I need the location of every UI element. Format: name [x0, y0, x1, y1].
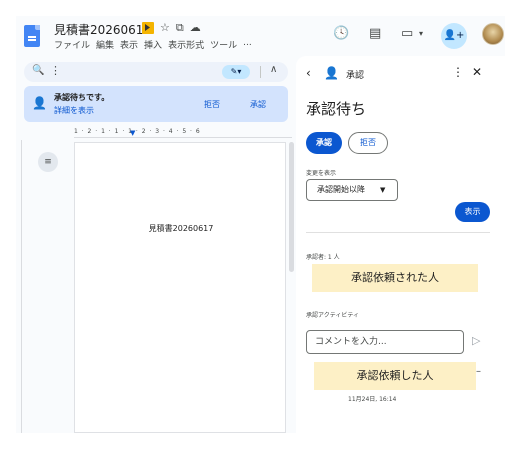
close-icon[interactable]: ✕ — [472, 65, 482, 79]
changes-label: 変更を表示 — [306, 170, 337, 177]
menu-view[interactable]: 表示 — [120, 38, 138, 51]
document-page[interactable]: 見積書20260617 — [74, 142, 286, 433]
docs-window: 見積書20260617 ☆ ⧉ ☁ ファイル 編集 表示 挿入 表示形式 ツール… — [16, 16, 505, 433]
more-vert-icon[interactable]: ⋮ — [50, 64, 61, 77]
title-icons: ☆ ⧉ ☁ — [142, 21, 201, 35]
menu-edit[interactable]: 編集 — [96, 38, 114, 51]
docs-logo-icon[interactable] — [24, 25, 40, 47]
annotation-requested-person: 承認依頼された人 — [312, 264, 478, 292]
approver-person-icon: 👤 — [32, 96, 47, 110]
scrollbar[interactable] — [289, 142, 294, 272]
label-badge-icon[interactable] — [142, 22, 154, 34]
menu-file[interactable]: ファイル — [54, 38, 90, 51]
comment-input[interactable]: コメントを入力... — [306, 330, 464, 354]
more-vert-icon[interactable]: ⋮ — [452, 65, 464, 79]
panel-approve-button[interactable]: 承認 — [306, 132, 342, 154]
chevron-down-icon[interactable]: ▾ — [419, 29, 423, 38]
star-icon[interactable]: ☆ — [160, 21, 170, 35]
approve-button[interactable]: 承認 — [250, 99, 266, 110]
reject-button[interactable]: 拒否 — [204, 99, 220, 110]
indent-marker-icon[interactable]: ▼ — [130, 129, 135, 137]
menu-bar: ファイル 編集 表示 挿入 表示形式 ツール ... — [54, 38, 252, 51]
share-button[interactable]: 👤+ — [441, 23, 467, 49]
menu-format[interactable]: 表示形式 — [168, 38, 204, 51]
divider — [306, 232, 490, 233]
collapse-dash: – — [476, 366, 481, 377]
document-text[interactable]: 見積書20260617 — [133, 223, 229, 234]
avatar[interactable] — [482, 23, 504, 45]
panel-reject-button[interactable]: 拒否 — [348, 132, 388, 154]
toolbar-divider — [260, 66, 261, 78]
dropdown-caret-icon[interactable]: ▼ — [380, 186, 385, 194]
send-icon[interactable]: ▷ — [472, 334, 480, 347]
panel-title: 承認 — [346, 71, 365, 81]
chevron-up-icon[interactable]: ∧ — [270, 64, 277, 75]
menu-insert[interactable]: 挿入 — [144, 38, 162, 51]
meet-icon[interactable]: ▭ — [401, 26, 413, 41]
search-icon[interactable]: 🔍 — [32, 65, 44, 76]
header: 見積書20260617 ☆ ⧉ ☁ ファイル 編集 表示 挿入 表示形式 ツール… — [16, 16, 505, 56]
show-button[interactable]: 表示 — [455, 202, 490, 222]
approval-panel: ‹ 👤 承認 ⋮ ✕ 承認待ち 承認 拒否 変更を表示 承認開始以降 ▼ 表示 … — [296, 56, 505, 433]
annotation-requester: 承認依頼した人 — [314, 362, 476, 390]
activity-label: 承認アクティビティ — [306, 312, 359, 319]
menu-more[interactable]: ... — [243, 38, 252, 51]
approval-person-icon: 👤 — [324, 66, 339, 80]
activity-timestamp: 11月24日, 16:14 — [348, 396, 397, 403]
back-arrow-icon[interactable]: ‹ — [306, 66, 311, 80]
menu-tools[interactable]: ツール — [210, 38, 237, 51]
panel-heading: 承認待ち — [306, 100, 367, 118]
history-icon[interactable]: 🕓 — [333, 26, 349, 41]
approvers-count: 承認者: 1 人 — [306, 254, 340, 261]
vertical-ruler[interactable] — [16, 140, 22, 433]
view-details-link[interactable]: 詳細を表示 — [54, 105, 94, 116]
cloud-status-icon[interactable]: ☁ — [190, 21, 201, 35]
toolbar: 🔍 ⋮ ✎▾ ∧ — [24, 62, 288, 82]
pending-approval-bar: 👤 承認待ちです。 詳細を表示 拒否 承認 — [24, 86, 288, 122]
pending-title: 承認待ちです。 — [54, 93, 110, 102]
comment-icon[interactable]: ▤ — [369, 26, 381, 41]
edit-mode-button[interactable]: ✎▾ — [222, 65, 250, 79]
outline-icon[interactable]: ≡ — [38, 152, 58, 172]
move-icon[interactable]: ⧉ — [176, 21, 184, 35]
doc-title[interactable]: 見積書20260617 — [54, 21, 151, 38]
horizontal-ruler[interactable]: 1 · 2 · 1 · 1 · 1 · 2 · 3 · 4 · 5 · 6 — [74, 128, 292, 138]
